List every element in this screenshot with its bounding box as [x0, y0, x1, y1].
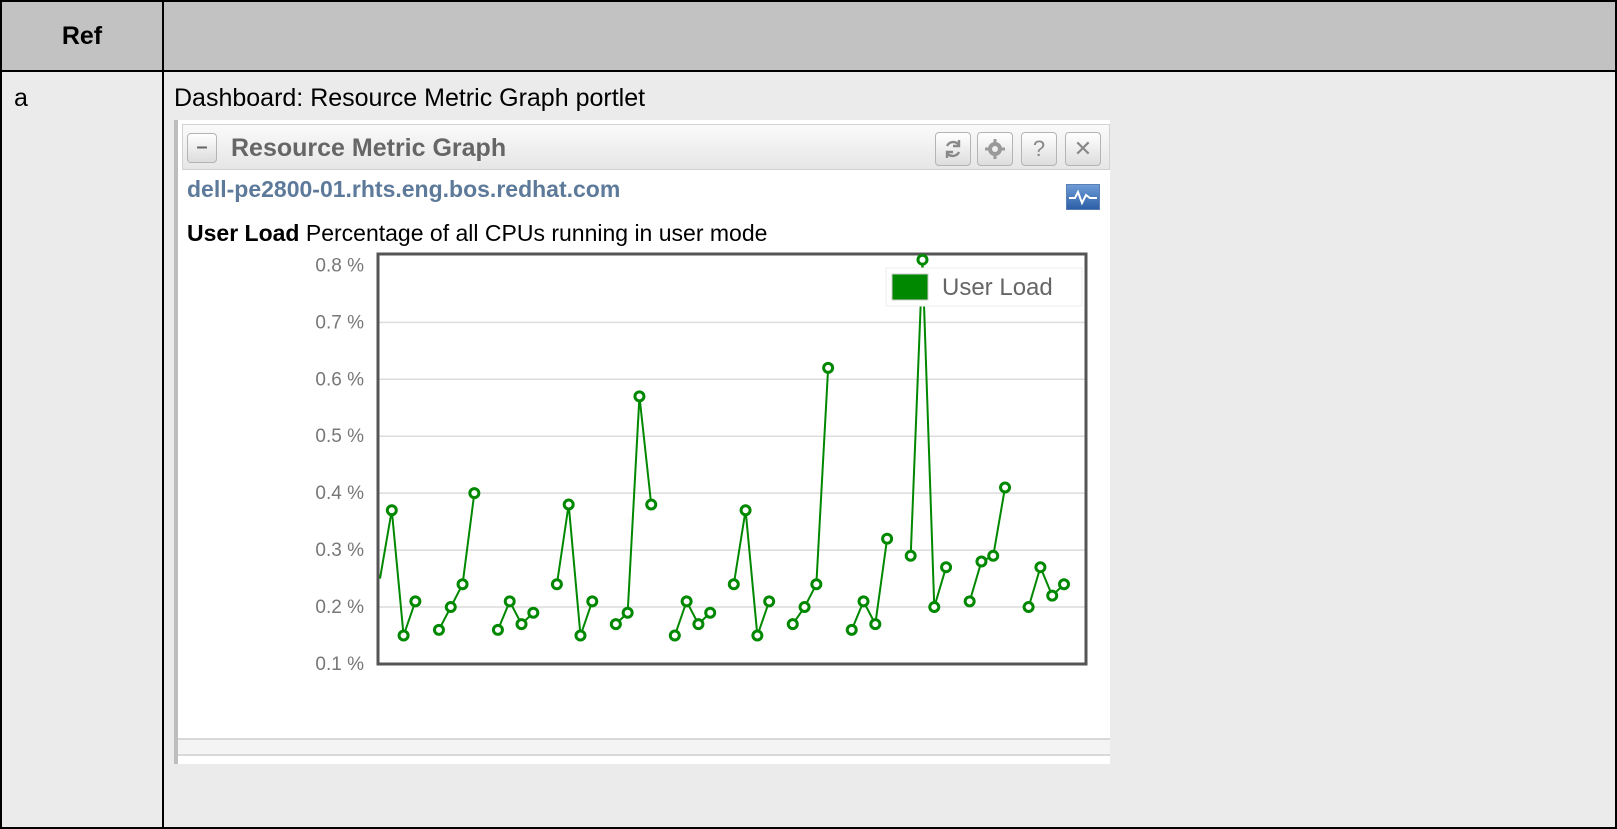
data-point — [1046, 589, 1059, 602]
data-point — [786, 618, 799, 631]
data-point — [562, 498, 575, 511]
data-point — [940, 561, 953, 574]
doc-table: Ref a Dashboard: Resource Metric Graph p… — [0, 0, 1617, 829]
y-tick-label: 0.6 % — [315, 369, 364, 390]
y-tick-label: 0.4 % — [315, 483, 364, 504]
metric-description: Percentage of all CPUs running in user m… — [305, 220, 768, 246]
data-point — [1022, 601, 1035, 614]
legend-swatch — [891, 273, 929, 301]
data-point — [869, 618, 882, 631]
portlet-title: Resource Metric Graph — [231, 134, 507, 162]
data-point — [385, 504, 398, 517]
series-line — [968, 487, 1007, 602]
table-row: a Dashboard: Resource Metric Graph portl… — [0, 70, 1617, 829]
data-point — [751, 629, 764, 642]
data-point — [904, 549, 917, 562]
data-point — [822, 361, 835, 374]
y-tick-label: 0.2 % — [315, 597, 364, 618]
data-point — [409, 595, 422, 608]
data-point — [1034, 561, 1047, 574]
portlet-footer — [178, 738, 1110, 756]
user-load-line-chart: 0.8 % 0.7 % 0.6 % 0.5 % 0.4 % 0.3 % 0.2 % 0.1 %… — [315, 252, 1088, 675]
data-point — [987, 549, 1000, 562]
portlet-header: – Resource Metric Graph ? ✕ — [182, 124, 1110, 170]
data-point — [586, 595, 599, 608]
data-point — [527, 606, 540, 619]
description-column-header — [162, 0, 1617, 72]
series-line — [497, 598, 535, 631]
data-point — [881, 532, 894, 545]
data-point — [739, 504, 752, 517]
series-line — [732, 510, 771, 636]
header-row: Ref — [0, 0, 1617, 72]
data-point — [621, 606, 634, 619]
gear-icon — [985, 139, 1005, 159]
data-point — [491, 623, 504, 636]
series-line — [615, 396, 653, 625]
data-point — [1058, 578, 1070, 591]
series-line — [379, 510, 417, 636]
refresh-icon — [945, 140, 961, 158]
data-point — [798, 601, 811, 614]
data-point — [963, 595, 976, 608]
data-point — [574, 629, 587, 642]
series-line — [1027, 564, 1065, 608]
refresh-button[interactable] — [935, 132, 971, 166]
data-point — [456, 578, 469, 591]
host-link[interactable]: dell-pe2800-01.rhts.eng.bos.redhat.com — [187, 176, 620, 203]
data-point — [975, 555, 988, 568]
data-point — [999, 481, 1012, 494]
ref-column-header: Ref — [0, 0, 164, 72]
content-cell: Dashboard: Resource Metric Graph portlet… — [162, 70, 1617, 829]
data-point — [668, 629, 681, 642]
data-point — [680, 595, 693, 608]
data-point — [645, 498, 658, 511]
y-tick-label: 0.1 % — [315, 654, 364, 675]
data-point — [692, 618, 705, 631]
data-point — [857, 595, 870, 608]
series-line — [850, 538, 889, 631]
collapse-button[interactable]: – — [187, 133, 217, 163]
chart-line-glyph — [1069, 189, 1097, 206]
data-point — [468, 487, 481, 500]
data-point — [515, 618, 528, 631]
data-point — [763, 595, 776, 608]
metric-name: User Load — [187, 220, 300, 246]
legend-label: User Load — [942, 274, 1053, 301]
help-button[interactable]: ? — [1021, 132, 1057, 166]
metric-description-line: User Load Percentage of all CPUs running… — [187, 220, 767, 247]
data-point — [550, 578, 563, 591]
chart-icon[interactable] — [1066, 184, 1100, 210]
y-tick-label: 0.5 % — [315, 426, 364, 447]
data-point — [503, 595, 516, 608]
series-line — [438, 493, 476, 631]
data-point — [633, 390, 646, 403]
series-line — [791, 367, 830, 625]
data-point — [444, 601, 457, 614]
y-tick-label: 0.3 % — [315, 540, 364, 561]
cell-caption: Dashboard: Resource Metric Graph portlet — [174, 84, 646, 112]
data-point — [397, 629, 410, 642]
data-point — [916, 253, 929, 266]
settings-button[interactable] — [977, 132, 1013, 166]
resource-metric-graph-portlet: – Resource Metric Graph ? ✕ dell-pe2800-… — [174, 120, 1110, 764]
close-button[interactable]: ✕ — [1065, 132, 1101, 166]
series-line — [555, 504, 594, 636]
y-tick-label: 0.8 % — [315, 255, 364, 276]
data-point — [609, 618, 622, 631]
data-point — [727, 578, 740, 591]
ref-cell: a — [0, 70, 164, 829]
data-point — [704, 606, 717, 619]
data-point — [810, 578, 823, 591]
data-point — [928, 601, 941, 614]
plot-frame — [376, 252, 1088, 666]
data-point — [845, 623, 858, 636]
y-tick-label: 0.7 % — [315, 312, 364, 333]
data-point — [432, 623, 445, 636]
